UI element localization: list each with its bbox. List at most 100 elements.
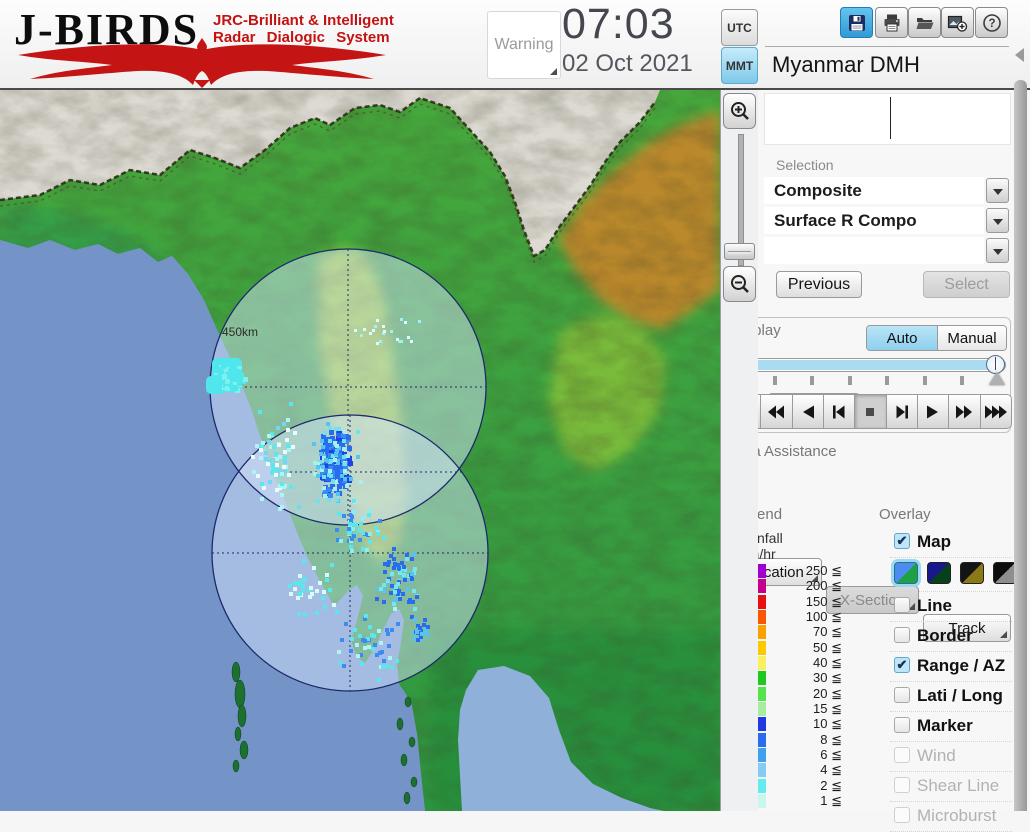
- checkbox-lati-long[interactable]: [894, 687, 910, 703]
- rain-echo-pixel: [356, 654, 360, 658]
- rain-echo-pixel: [364, 614, 368, 618]
- overlay-row-shear-line: Shear Line: [890, 772, 1012, 802]
- save-button[interactable]: [840, 7, 873, 38]
- checkbox-border[interactable]: [894, 627, 910, 643]
- rain-echo-pixel: [345, 484, 349, 488]
- timeline-end-marker[interactable]: [989, 372, 1005, 385]
- manual-mode-button[interactable]: Manual: [938, 326, 1006, 350]
- rain-echo-pixel: [323, 605, 327, 609]
- panel-collapse-icon[interactable]: [1015, 48, 1024, 62]
- rain-echo-pixel: [312, 442, 316, 446]
- rain-echo-pixel: [348, 522, 352, 526]
- timezone-mmt-button[interactable]: MMT: [721, 47, 758, 84]
- fast-rewind-2x-icon: [768, 405, 785, 418]
- stop-button[interactable]: [855, 394, 887, 429]
- station-list-box[interactable]: [764, 93, 1011, 145]
- checkbox-map[interactable]: ✔: [894, 533, 910, 549]
- product-dropdown-1[interactable]: Composite: [764, 177, 1009, 204]
- replay-timeline-slider[interactable]: [737, 358, 1006, 372]
- rain-echo-pixel: [319, 452, 323, 456]
- rain-echo-pixel: [410, 557, 414, 561]
- map-style-swatch-3[interactable]: [960, 562, 984, 584]
- rain-echo-pixel: [337, 650, 341, 654]
- rain-echo-pixel: [343, 462, 347, 466]
- fast-forward-2x-button[interactable]: [949, 394, 981, 429]
- product-dropdown-3[interactable]: [764, 237, 1009, 264]
- chevron-down-icon[interactable]: [986, 178, 1009, 203]
- rain-echo-pixel: [313, 461, 317, 465]
- step-forward-button[interactable]: [886, 394, 918, 429]
- save-icon: [848, 14, 865, 31]
- product-dropdown-3-value[interactable]: [764, 237, 984, 264]
- product-dropdown-2[interactable]: Surface R Compo: [764, 207, 1009, 234]
- rain-echo-pixel: [401, 592, 405, 596]
- map-style-swatch-2[interactable]: [927, 562, 951, 584]
- rain-echo-pixel: [255, 444, 259, 448]
- rain-echo-pixel: [350, 637, 354, 641]
- chevron-down-icon[interactable]: [986, 238, 1009, 263]
- fast-forward-3x-icon: [984, 405, 1007, 418]
- rain-echo-pixel: [291, 445, 295, 449]
- map-style-row: [890, 558, 1017, 592]
- rain-echo-pixel: [379, 641, 383, 645]
- rain-echo-pixel: [379, 587, 383, 591]
- rain-echo-pixel: [369, 332, 372, 335]
- legend-threshold-value: 2 ≦: [820, 777, 842, 793]
- rain-echo-pixel: [383, 330, 386, 333]
- panel-scrollbar[interactable]: [1014, 80, 1027, 811]
- rain-echo-pixel: [379, 340, 382, 343]
- fast-rewind-2x-button[interactable]: [761, 394, 793, 429]
- zoom-out-button[interactable]: [723, 266, 756, 302]
- rain-echo-pixel: [398, 571, 402, 575]
- checkbox-marker[interactable]: [894, 717, 910, 733]
- warning-button[interactable]: Warning: [487, 11, 561, 79]
- rain-echo-pixel: [413, 618, 417, 622]
- rain-echo-pixel: [392, 566, 396, 570]
- rain-echo-pixel: [321, 596, 325, 600]
- checkbox-line[interactable]: [894, 597, 910, 613]
- zoom-in-button[interactable]: [723, 93, 756, 129]
- rain-echo-pixel: [349, 545, 353, 549]
- legend-threshold-value: 200 ≦: [805, 578, 842, 594]
- auto-mode-button[interactable]: Auto: [867, 326, 938, 350]
- overlay-item-label: Line: [917, 596, 952, 615]
- rain-echo-pixel: [324, 458, 328, 462]
- rain-echo-pixel: [217, 375, 222, 380]
- select-button[interactable]: Select: [923, 271, 1010, 298]
- fast-forward-3x-button[interactable]: [980, 394, 1012, 429]
- zoom-slider-handle[interactable]: [724, 243, 755, 260]
- step-backward-button[interactable]: [823, 394, 856, 429]
- map-style-swatch-1[interactable]: [894, 562, 918, 584]
- rain-echo-pixel: [322, 590, 326, 594]
- add-image-button[interactable]: [941, 7, 974, 38]
- rain-echo-pixel: [363, 328, 366, 331]
- overlay-item-label: Range / AZ: [917, 656, 1006, 675]
- rain-echo-pixel: [373, 643, 377, 647]
- rain-echo-pixel: [398, 340, 401, 343]
- open-folder-icon: [916, 17, 933, 29]
- rain-echo-pixel: [360, 334, 363, 337]
- play-reverse-button[interactable]: [792, 394, 824, 429]
- rain-echo-pixel: [336, 492, 340, 496]
- rain-echo-pixel: [390, 628, 394, 632]
- help-button[interactable]: ?: [975, 7, 1008, 38]
- selection-label: Selection: [776, 157, 834, 173]
- product-dropdown-1-value[interactable]: Composite: [764, 177, 984, 204]
- play-button[interactable]: [917, 394, 950, 429]
- timezone-utc-button[interactable]: UTC: [721, 9, 758, 46]
- rain-echo-pixel: [342, 455, 346, 459]
- rain-echo-pixel: [353, 628, 357, 632]
- rain-echo-pixel: [297, 505, 301, 509]
- print-button[interactable]: [875, 7, 908, 38]
- chevron-down-icon[interactable]: [986, 208, 1009, 233]
- checkbox-range-az[interactable]: ✔: [894, 657, 910, 673]
- previous-button[interactable]: Previous: [776, 271, 862, 298]
- rain-echo-pixel: [412, 552, 416, 556]
- rain-echo-pixel: [358, 634, 362, 638]
- rain-echo-pixel: [396, 622, 400, 626]
- rain-echo-pixel: [283, 456, 287, 460]
- open-folder-button[interactable]: [908, 7, 941, 38]
- rain-echo-pixel: [420, 632, 424, 636]
- product-dropdown-2-value[interactable]: Surface R Compo: [764, 207, 984, 234]
- radar-map[interactable]: 450km: [0, 90, 720, 811]
